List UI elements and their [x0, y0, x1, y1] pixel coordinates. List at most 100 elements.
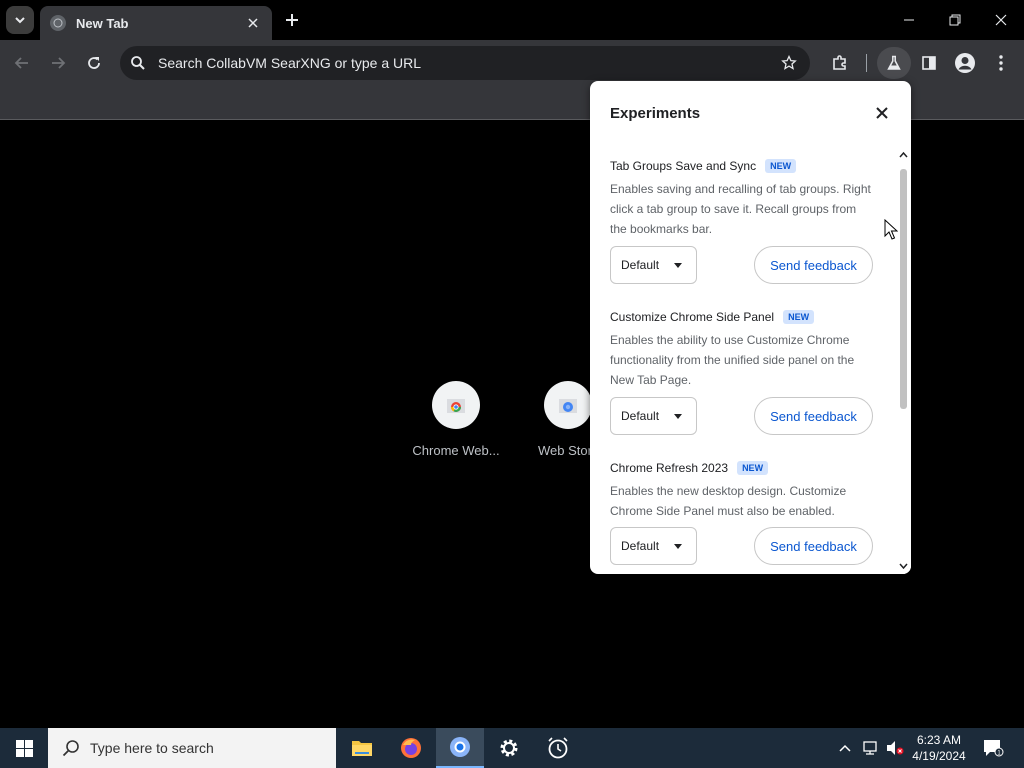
- tab-strip: New Tab: [0, 0, 1024, 40]
- shortcut-label: Chrome Web...: [412, 443, 500, 458]
- folder-icon: [352, 741, 372, 756]
- select-value: Default: [621, 539, 660, 553]
- send-feedback-button[interactable]: Send feedback: [754, 397, 873, 435]
- scroll-up-icon[interactable]: [899, 151, 908, 159]
- select-value: Default: [621, 409, 660, 423]
- volume-status[interactable]: [885, 740, 905, 761]
- panel-title: Experiments: [610, 105, 701, 122]
- network-status[interactable]: [862, 740, 880, 761]
- close-icon[interactable]: [244, 14, 262, 32]
- puzzle-icon: [833, 55, 846, 70]
- mouse-cursor-icon: [884, 219, 898, 240]
- taskbar-search-box[interactable]: Type here to search: [48, 728, 336, 768]
- shortcut-chrome-web-store[interactable]: Chrome Web...: [406, 381, 506, 458]
- experiment-item: Customize Chrome Side Panel NEW Enables …: [610, 310, 875, 450]
- experiment-select[interactable]: Default: [610, 246, 697, 284]
- new-badge: NEW: [765, 159, 797, 173]
- toolbar-divider: [866, 54, 867, 72]
- gear-icon: [500, 739, 518, 757]
- shortcut-web-store[interactable]: Web Store: [518, 381, 590, 458]
- scroll-thumb[interactable]: [900, 169, 907, 409]
- taskbar-alarms-clock[interactable]: [534, 728, 582, 768]
- chrome-icon: [450, 737, 470, 757]
- experiment-item: Chrome Refresh 2023 NEW Enables the new …: [610, 461, 875, 574]
- side-panel-button[interactable]: [914, 48, 944, 78]
- restore-icon: [949, 14, 961, 26]
- alarm-clock-icon: [548, 737, 568, 759]
- experiment-description: Enables the ability to use Customize Chr…: [610, 333, 855, 387]
- experiment-description: Enables the new desktop design. Customiz…: [610, 484, 847, 518]
- notifications-button[interactable]: 1: [982, 738, 1004, 763]
- tab-search-button[interactable]: [6, 6, 34, 34]
- shortcut-label: Web Store: [538, 443, 590, 458]
- arrow-right-icon: [52, 57, 66, 69]
- send-feedback-button[interactable]: Send feedback: [754, 246, 873, 284]
- experiment-select[interactable]: Default: [610, 397, 697, 435]
- taskbar-file-explorer[interactable]: [338, 728, 386, 768]
- globe-icon: [50, 15, 66, 31]
- show-hidden-icons[interactable]: [838, 740, 852, 758]
- back-button[interactable]: [7, 48, 37, 78]
- select-value: Default: [621, 258, 660, 272]
- taskbar-firefox[interactable]: [387, 728, 435, 768]
- minimize-icon: [904, 19, 914, 21]
- toolbar: Search CollabVM SearXNG or type a URL: [0, 40, 1024, 86]
- tab-title: New Tab: [76, 15, 129, 31]
- caret-down-icon: [674, 263, 682, 268]
- caret-down-icon: [674, 414, 682, 419]
- experiment-name: Tab Groups Save and Sync: [610, 159, 757, 173]
- omnibox[interactable]: Search CollabVM SearXNG or type a URL: [120, 46, 810, 80]
- taskbar-settings[interactable]: [485, 728, 533, 768]
- reload-icon: [88, 57, 100, 69]
- minimize-button[interactable]: [886, 0, 932, 40]
- experiment-name-row: Customize Chrome Side Panel NEW: [610, 310, 875, 324]
- search-icon: [62, 740, 79, 757]
- speaker-muted-icon: [887, 741, 904, 755]
- notification-icon: 1: [984, 740, 1004, 757]
- experiment-name: Customize Chrome Side Panel: [610, 310, 775, 324]
- clock-date: 4/19/2024: [912, 749, 966, 763]
- experiments-list[interactable]: Tab Groups Save and Sync NEW Enables sav…: [590, 149, 895, 574]
- bookmark-star-icon[interactable]: [774, 48, 804, 78]
- windows-logo-icon: [15, 739, 33, 757]
- web-store-icon: [544, 381, 590, 429]
- forward-button[interactable]: [43, 48, 73, 78]
- experiment-name: Chrome Refresh 2023: [610, 461, 729, 475]
- kebab-menu-icon: [999, 55, 1003, 71]
- experiment-select[interactable]: Default: [610, 527, 697, 565]
- start-button[interactable]: [0, 728, 48, 768]
- firefox-icon: [401, 738, 421, 758]
- reload-button[interactable]: [79, 48, 109, 78]
- send-feedback-button[interactable]: Send feedback: [754, 527, 873, 565]
- omnibox-placeholder: Search CollabVM SearXNG or type a URL: [158, 55, 421, 71]
- experiment-item: Tab Groups Save and Sync NEW Enables sav…: [610, 159, 875, 299]
- avatar-icon: [955, 53, 975, 73]
- taskbar-search-placeholder: Type here to search: [90, 740, 214, 756]
- flask-icon: [887, 55, 901, 70]
- panel-scrollbar[interactable]: [895, 149, 911, 574]
- chrome-store-icon: [432, 381, 480, 429]
- experiment-name-row: Tab Groups Save and Sync NEW: [610, 159, 875, 173]
- scroll-down-icon[interactable]: [899, 562, 908, 570]
- taskbar: Type here to search 6:23 AM 4/19/2024 1: [0, 728, 1024, 768]
- experiment-name-row: Chrome Refresh 2023 NEW: [610, 461, 875, 475]
- new-tab-button[interactable]: [280, 8, 304, 32]
- panel-close-button[interactable]: [872, 103, 892, 123]
- tab-new-tab[interactable]: New Tab: [40, 6, 272, 40]
- new-badge: NEW: [737, 461, 769, 475]
- experiments-panel: Experiments Tab Groups Save and Sync NEW…: [590, 81, 911, 574]
- search-icon: [131, 56, 145, 70]
- window-close-button[interactable]: [978, 0, 1024, 40]
- extensions-button[interactable]: [825, 48, 855, 78]
- experiments-button[interactable]: [877, 47, 911, 79]
- taskbar-chrome[interactable]: [436, 728, 484, 768]
- experiment-description: Enables saving and recalling of tab grou…: [610, 182, 871, 236]
- close-icon: [995, 14, 1007, 26]
- menu-button[interactable]: [986, 48, 1016, 78]
- network-icon: [863, 741, 877, 755]
- profile-button[interactable]: [950, 48, 980, 78]
- restore-button[interactable]: [932, 0, 978, 40]
- new-badge: NEW: [783, 310, 815, 324]
- arrow-left-icon: [14, 57, 28, 69]
- taskbar-clock[interactable]: 6:23 AM 4/19/2024: [905, 732, 973, 764]
